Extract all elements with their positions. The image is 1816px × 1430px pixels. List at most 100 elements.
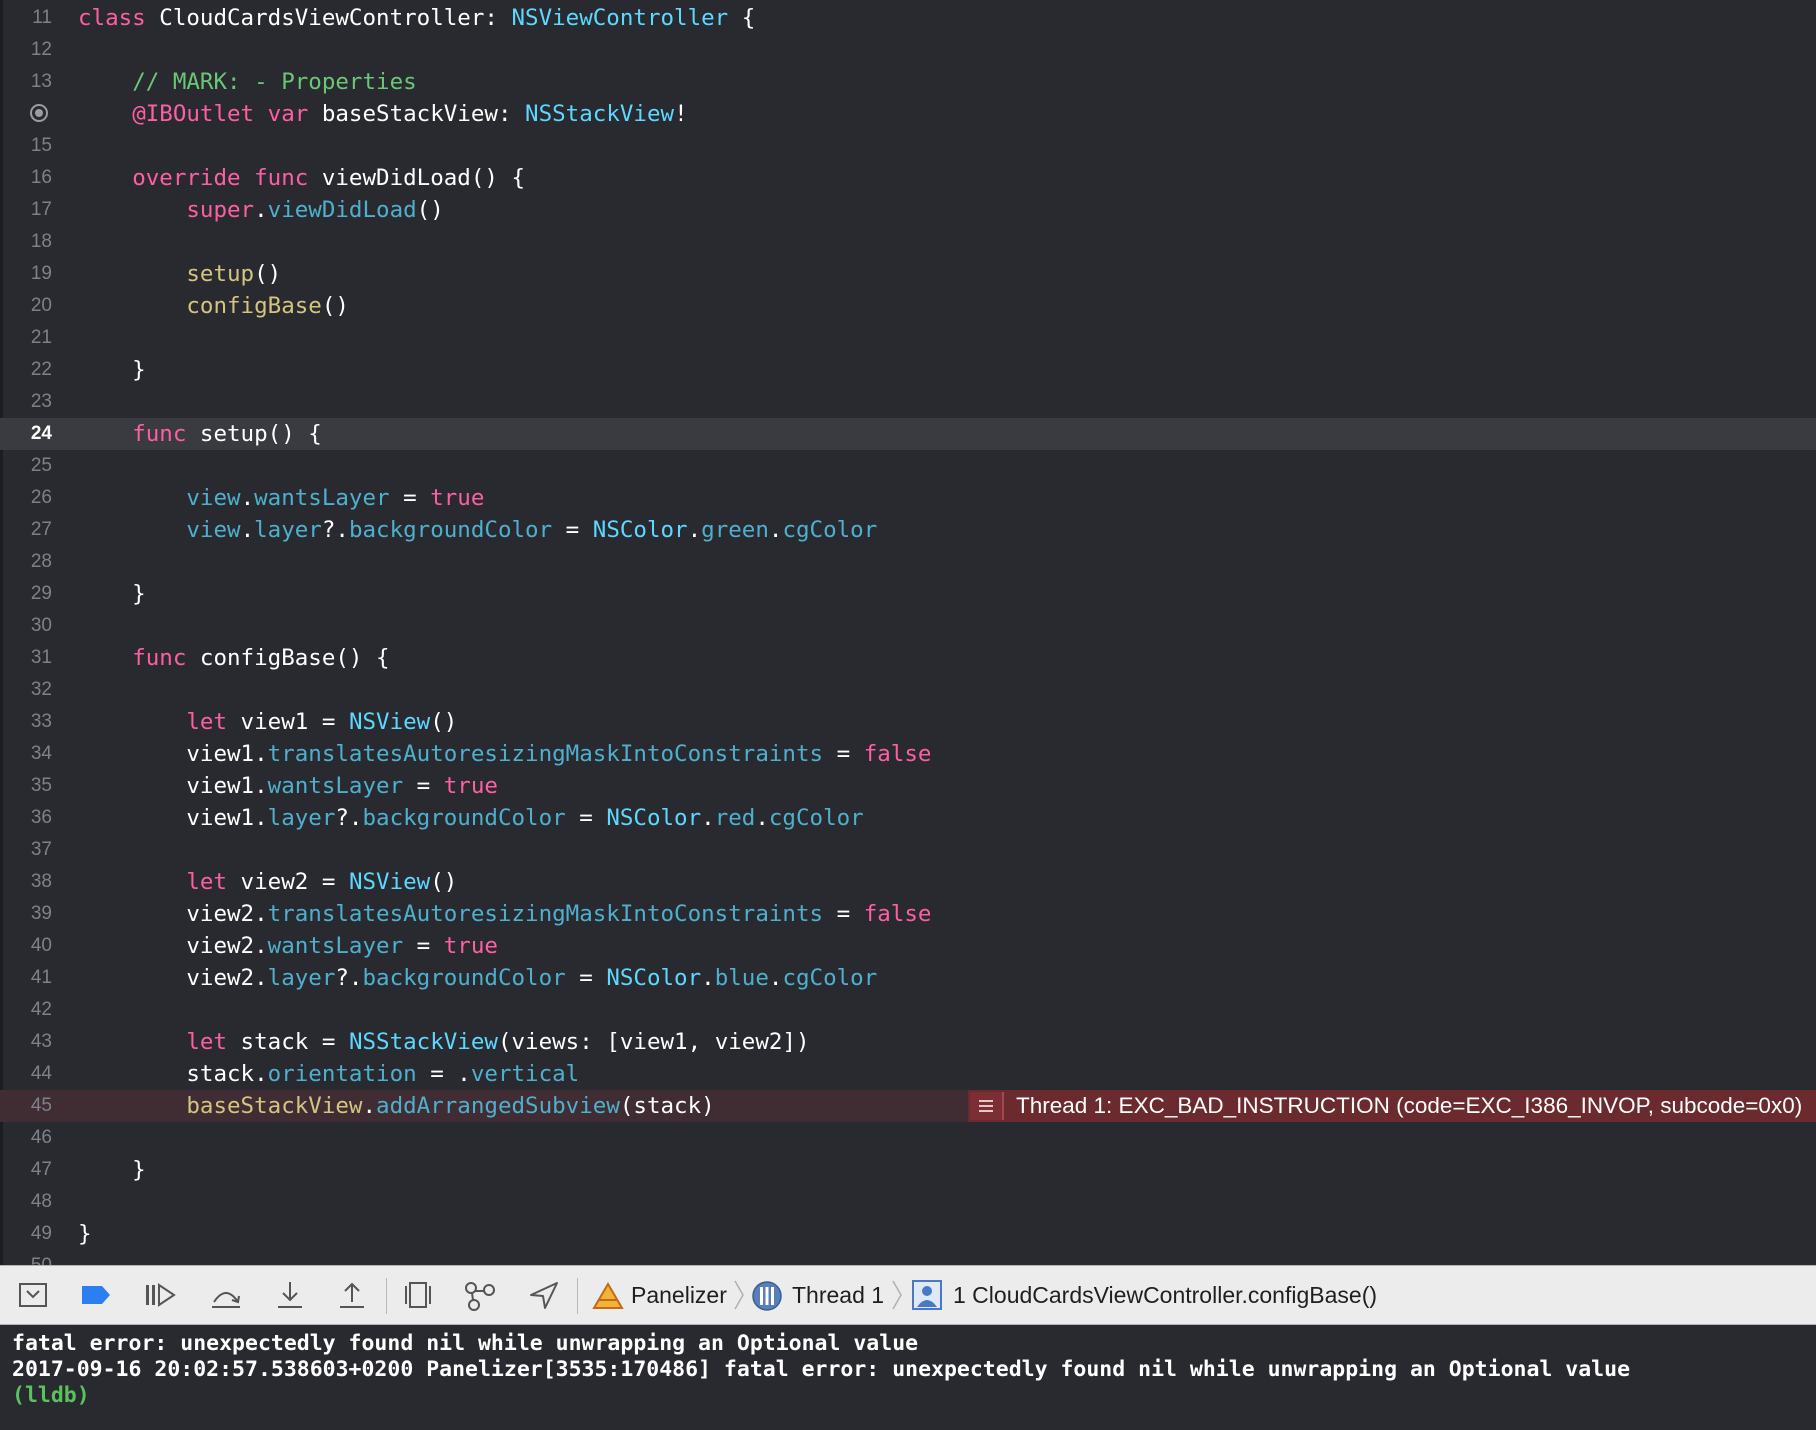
simulate-location-button[interactable] [526, 1278, 562, 1312]
line-number[interactable]: 13 [0, 66, 52, 98]
code-line[interactable]: 27 view.layer?.backgroundColor = NSColor… [0, 514, 1816, 546]
line-number[interactable]: 11 [0, 2, 52, 34]
line-number[interactable]: 35 [0, 770, 52, 802]
code-line[interactable]: 36 view1.layer?.backgroundColor = NSColo… [0, 802, 1816, 834]
breadcrumb-app[interactable]: Panelizer [631, 1266, 727, 1324]
line-number[interactable]: 23 [0, 386, 52, 418]
line-number[interactable]: 38 [0, 866, 52, 898]
code-line[interactable]: 23 [0, 386, 1816, 418]
code-line[interactable]: 44 stack.orientation = .vertical [0, 1058, 1816, 1090]
line-number[interactable]: 20 [0, 290, 52, 322]
code-line[interactable]: @IBOutlet var baseStackView: NSStackView… [0, 98, 1816, 130]
step-into-button[interactable] [272, 1278, 308, 1312]
code-line[interactable]: 25 [0, 450, 1816, 482]
code-line[interactable]: 49} [0, 1218, 1816, 1250]
line-number[interactable]: 17 [0, 194, 52, 226]
code-line[interactable]: 46 [0, 1122, 1816, 1154]
lldb-prompt[interactable]: (lldb) [0, 1383, 1816, 1409]
code-line-current[interactable]: 24 func setup() { [0, 418, 1816, 450]
code-line[interactable]: 42 [0, 994, 1816, 1026]
line-number[interactable]: 45 [0, 1090, 52, 1122]
code-token: view [186, 517, 241, 543]
code-line[interactable]: 16 override func viewDidLoad() { [0, 162, 1816, 194]
line-number[interactable]: 12 [0, 34, 52, 66]
debug-console[interactable]: fatal error: unexpectedly found nil whil… [0, 1325, 1816, 1430]
step-out-button[interactable] [334, 1278, 370, 1312]
code-line[interactable]: 43 let stack = NSStackView(views: [view1… [0, 1026, 1816, 1058]
line-number[interactable]: 46 [0, 1122, 52, 1154]
line-number[interactable]: 29 [0, 578, 52, 610]
line-number[interactable]: 50 [0, 1250, 52, 1265]
line-number[interactable]: 47 [0, 1154, 52, 1186]
view-hierarchy-button[interactable] [400, 1278, 436, 1312]
code-line[interactable]: 33 let view1 = NSView() [0, 706, 1816, 738]
code-line[interactable]: 15 [0, 130, 1816, 162]
step-over-button[interactable] [208, 1278, 244, 1312]
breadcrumb-thread[interactable]: Thread 1 [792, 1266, 884, 1324]
line-number[interactable]: 19 [0, 258, 52, 290]
code-line[interactable]: 28 [0, 546, 1816, 578]
line-number[interactable]: 28 [0, 546, 52, 578]
code-line[interactable]: 17 super.viewDidLoad() [0, 194, 1816, 226]
line-number[interactable]: 22 [0, 354, 52, 386]
code-line[interactable]: 32 [0, 674, 1816, 706]
line-number[interactable]: 36 [0, 802, 52, 834]
code-line[interactable]: 31 func configBase() { [0, 642, 1816, 674]
code-line[interactable]: 20 configBase() [0, 290, 1816, 322]
line-number[interactable]: 31 [0, 642, 52, 674]
breadcrumb-frame[interactable]: 1 CloudCardsViewController.configBase() [953, 1266, 1377, 1324]
error-annotation[interactable]: Thread 1: EXC_BAD_INSTRUCTION (code=EXC_… [968, 1090, 1816, 1122]
line-number[interactable]: 37 [0, 834, 52, 866]
code-line[interactable]: 11 class CloudCardsViewController: NSView… [0, 2, 1816, 34]
breakpoints-toggle-button[interactable] [78, 1278, 118, 1312]
line-number[interactable]: 40 [0, 930, 52, 962]
line-number[interactable]: 18 [0, 226, 52, 258]
source-editor[interactable]: 11 class CloudCardsViewController: NSView… [0, 0, 1816, 1265]
code-line[interactable]: 19 setup() [0, 258, 1816, 290]
code-line[interactable]: 21 [0, 322, 1816, 354]
line-number[interactable]: 27 [0, 514, 52, 546]
line-number[interactable]: 34 [0, 738, 52, 770]
code-line[interactable]: 50 [0, 1250, 1816, 1265]
code-line[interactable]: 13 // MARK: - Properties [0, 66, 1816, 98]
memory-graph-button[interactable] [462, 1278, 498, 1312]
line-number[interactable]: 33 [0, 706, 52, 738]
line-number[interactable]: 43 [0, 1026, 52, 1058]
line-number[interactable]: 39 [0, 898, 52, 930]
continue-icon [146, 1283, 176, 1307]
code-line[interactable]: 40 view2.wantsLayer = true [0, 930, 1816, 962]
code-line[interactable]: 29 } [0, 578, 1816, 610]
line-number[interactable]: 41 [0, 962, 52, 994]
line-number[interactable]: 21 [0, 322, 52, 354]
code-line[interactable]: 34 view1.translatesAutoresizingMaskIntoC… [0, 738, 1816, 770]
code-line[interactable]: 39 view2.translatesAutoresizingMaskIntoC… [0, 898, 1816, 930]
line-number[interactable]: 26 [0, 482, 52, 514]
continue-button[interactable] [142, 1278, 178, 1312]
line-number[interactable]: 32 [0, 674, 52, 706]
code-line[interactable]: 22 } [0, 354, 1816, 386]
line-number[interactable]: 24 [0, 418, 52, 450]
hide-debug-area-button[interactable] [16, 1278, 52, 1312]
line-number[interactable]: 16 [0, 162, 52, 194]
line-number[interactable]: 48 [0, 1186, 52, 1218]
code-line[interactable]: 47 } [0, 1154, 1816, 1186]
code-line[interactable]: 37 [0, 834, 1816, 866]
line-number[interactable]: 30 [0, 610, 52, 642]
line-number[interactable]: 44 [0, 1058, 52, 1090]
line-number[interactable]: 25 [0, 450, 52, 482]
code-line[interactable]: 38 let view2 = NSView() [0, 866, 1816, 898]
code-line[interactable]: 12 [0, 34, 1816, 66]
code-line[interactable]: 48 [0, 1186, 1816, 1218]
code-token: ?. [335, 965, 363, 991]
code-line[interactable]: 26 view.wantsLayer = true [0, 482, 1816, 514]
code-line[interactable]: 41 view2.layer?.backgroundColor = NSColo… [0, 962, 1816, 994]
line-number[interactable]: 49 [0, 1218, 52, 1250]
code-line[interactable]: 35 view1.wantsLayer = true [0, 770, 1816, 802]
code-line[interactable]: 30 [0, 610, 1816, 642]
code-line[interactable]: 18 [0, 226, 1816, 258]
line-number[interactable] [0, 98, 52, 130]
line-number[interactable]: 15 [0, 130, 52, 162]
outlet-connection-icon[interactable] [30, 104, 48, 122]
view-hierarchy-icon [405, 1282, 431, 1308]
line-number[interactable]: 42 [0, 994, 52, 1026]
